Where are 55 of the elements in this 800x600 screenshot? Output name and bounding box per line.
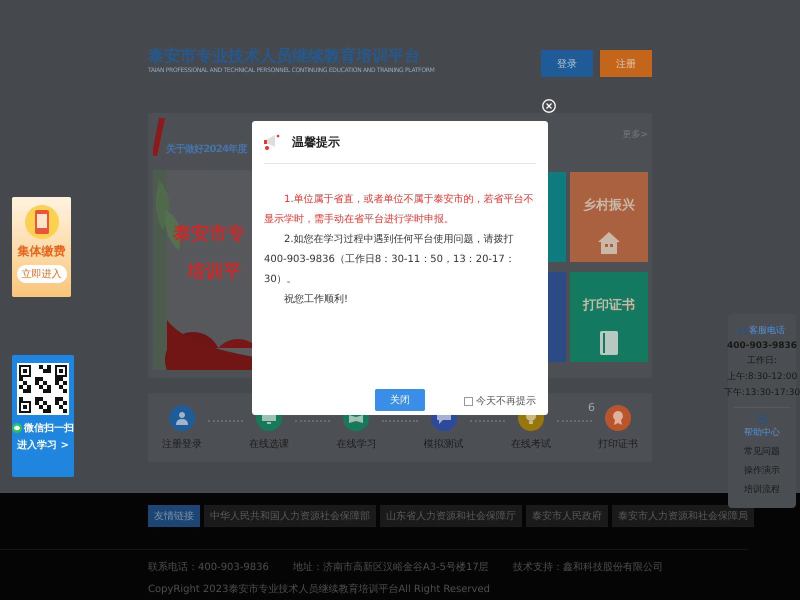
- qr-caption: 进入学习 >: [17, 438, 69, 452]
- help-icon: [757, 414, 767, 424]
- headset-icon: [739, 326, 747, 334]
- menu-tile[interactable]: 乡村振兴: [570, 172, 648, 262]
- footer-link[interactable]: 泰安市人力资源和社会保障局: [612, 505, 754, 527]
- service-hours: 上午:8:30-12:00: [726, 370, 798, 383]
- footer-link[interactable]: 山东省人力资源和社会保障厅: [380, 505, 522, 527]
- step-badge[interactable]: [169, 404, 195, 430]
- footer-link[interactable]: 友情链接: [148, 505, 200, 527]
- qr-code: [17, 363, 69, 415]
- medal-icon: [612, 410, 624, 424]
- news-headline[interactable]: 关于做好2024年度: [166, 142, 247, 156]
- step-badge[interactable]: [605, 404, 632, 430]
- service-hours: 下午:13:30-17:30: [724, 386, 800, 399]
- ribbon-icon: [153, 118, 165, 156]
- close-icon[interactable]: [542, 99, 556, 113]
- help-title: 帮助中心: [744, 426, 780, 439]
- payment-card[interactable]: 集体缴费 立即进入: [12, 197, 71, 297]
- site-title: 泰安市专业技术人员继续教育培训平台: [148, 46, 421, 66]
- step-number: 6: [588, 400, 596, 414]
- notice-text: 1.单位属于省直，或者单位不属于泰安市的，若省平台不显示学时，需手动在省平台进行学时申报。: [264, 192, 535, 227]
- help-link[interactable]: 培训流程: [744, 483, 780, 496]
- help-link[interactable]: 操作演示: [744, 464, 780, 477]
- footer-info: 地址：济南市高新区汉峪金谷A3-5号楼17层: [292, 560, 489, 574]
- qr-card[interactable]: 微信扫一扫 进入学习 >: [12, 355, 74, 477]
- footer-info: 技术支持：鑫和科技股份有限公司: [512, 560, 663, 574]
- help-link[interactable]: 常见问题: [744, 445, 780, 458]
- payment-title: 集体缴费: [18, 243, 66, 260]
- notice-text: 祝您工作顺利!: [283, 292, 350, 307]
- copyright-text: CopyRight 2023泰安市专业技术人员继续教育培训平台All Right Reserved: [148, 582, 491, 596]
- house-icon: [596, 230, 622, 256]
- service-hours: 工作日:: [746, 355, 778, 367]
- service-title: 客服电话: [749, 324, 785, 337]
- qr-caption: 微信扫一扫: [24, 422, 74, 435]
- footer-info: 联系电话：400-903-9836: [148, 560, 269, 574]
- banner-text: 泰安市专: [173, 222, 245, 246]
- chat-icon: [12, 423, 22, 433]
- tile-label: 打印证书: [583, 297, 635, 314]
- dont-show-checkbox[interactable]: 今天不再提示: [464, 394, 536, 408]
- service-phone: 400-903-9836: [726, 341, 798, 351]
- phone-icon: [24, 205, 58, 239]
- step-label: 在线考试: [510, 438, 551, 450]
- footer-link[interactable]: 中华人民共和国人力资源社会保障部: [204, 505, 376, 527]
- footer-link[interactable]: 泰安市人民政府: [526, 505, 608, 527]
- notice-text: 2.如您在学习过程中遇到任何平台使用问题，请拨打400-903-9836（工作日8：30-11：50，13：20-17：30）。: [264, 232, 516, 287]
- close-button[interactable]: 关闭: [375, 389, 425, 411]
- enter-button[interactable]: 立即进入: [16, 265, 66, 283]
- login-button[interactable]: 登录: [541, 50, 593, 77]
- megaphone-icon: [264, 133, 280, 151]
- person-icon: [175, 410, 189, 424]
- banner-text: 培训平: [187, 260, 241, 284]
- menu-tile[interactable]: 打印证书: [570, 272, 648, 362]
- dialog-title: 温馨提示: [292, 134, 340, 150]
- register-button[interactable]: 注册: [600, 50, 652, 77]
- tile-label: 乡村振兴: [583, 196, 635, 214]
